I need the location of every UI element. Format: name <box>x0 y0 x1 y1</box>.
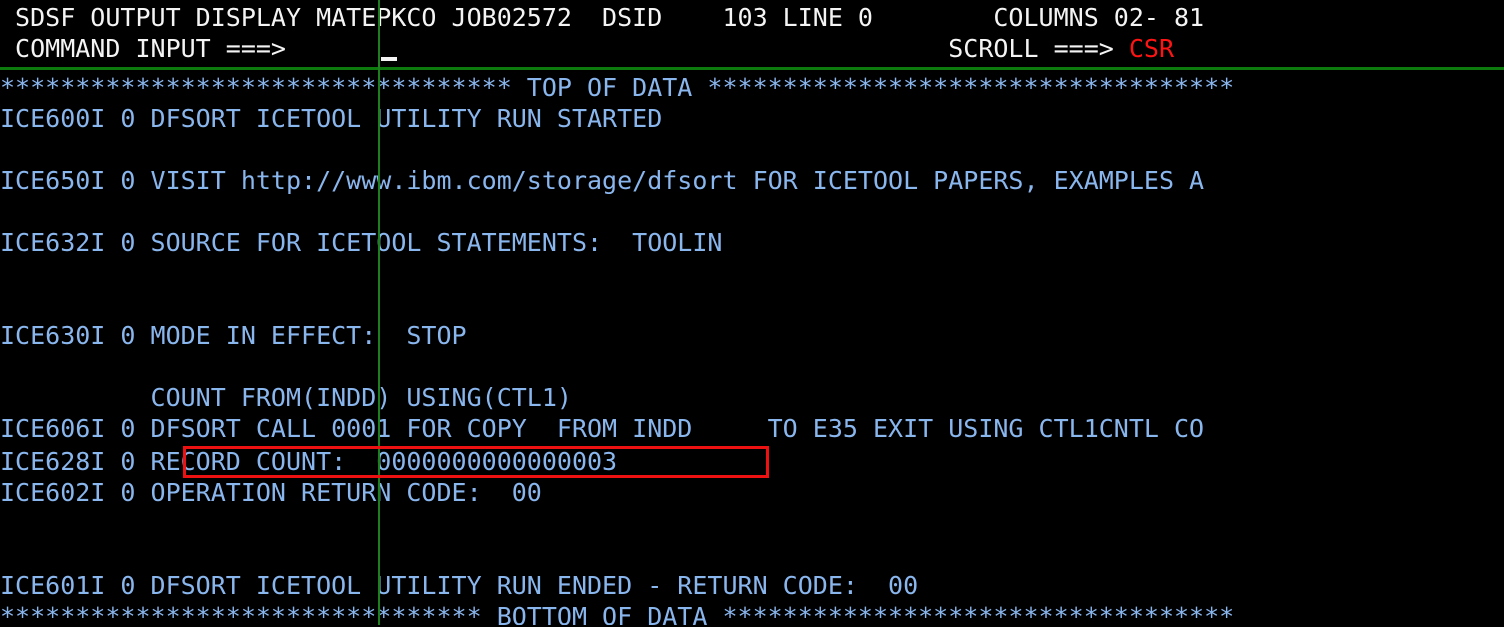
output-line: ICE632I 0 SOURCE FOR ICETOOL STATEMENTS:… <box>0 228 723 257</box>
output-line: ICE600I 0 DFSORT ICETOOL UTILITY RUN STA… <box>0 104 663 133</box>
top-of-data-marker: ********************************** TOP O… <box>0 73 1235 102</box>
sdsf-header-line: SDSF OUTPUT DISPLAY MATEPKCO JOB02572 DS… <box>0 3 1205 32</box>
output-line: ICE602I 0 OPERATION RETURN CODE: 00 <box>0 478 542 507</box>
output-line: ICE650I 0 VISIT http://www.ibm.com/stora… <box>0 166 1205 195</box>
column-marker-rule <box>378 0 380 627</box>
bottom-of-data-marker: ******************************** BOTTOM … <box>0 602 1235 627</box>
output-line: ICE601I 0 DFSORT ICETOOL UTILITY RUN END… <box>0 571 919 600</box>
output-line-record-count: ICE628I 0 RECORD COUNT: 0000000000000003 <box>0 447 618 476</box>
header-separator-rule <box>0 67 1504 70</box>
text-cursor <box>381 57 397 61</box>
scroll-amount-value[interactable]: CSR <box>1129 34 1174 63</box>
output-line: ICE606I 0 DFSORT CALL 0001 FOR COPY FROM… <box>0 414 1205 443</box>
command-input-line[interactable]: COMMAND INPUT ===> SCROLL ===> CSR <box>0 33 1174 64</box>
output-line: ICE630I 0 MODE IN EFFECT: STOP <box>0 321 467 350</box>
sdsf-terminal-screen: SDSF OUTPUT DISPLAY MATEPKCO JOB02572 DS… <box>0 0 1504 627</box>
output-line-count-statement: COUNT FROM(INDD) USING(CTL1) <box>0 383 572 412</box>
command-input-field[interactable]: COMMAND INPUT ===> SCROLL ===> <box>0 34 1129 63</box>
